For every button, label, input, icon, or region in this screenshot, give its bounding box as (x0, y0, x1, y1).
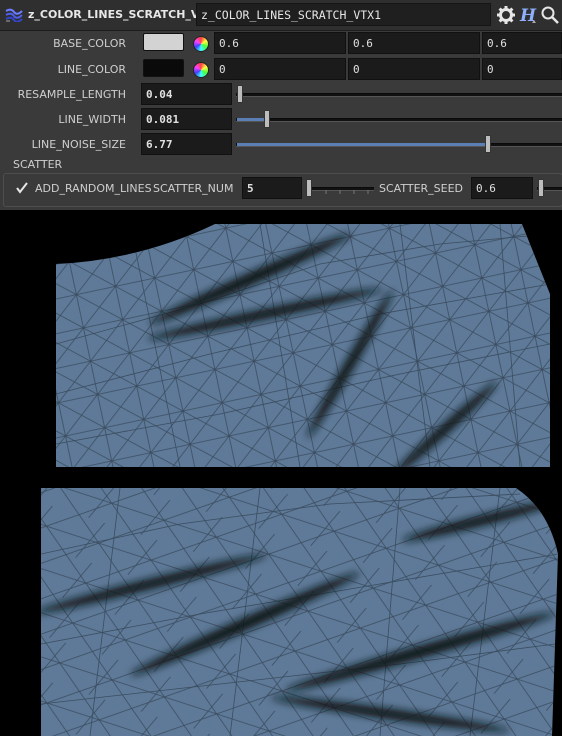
resample-length-slider-handle[interactable] (237, 85, 243, 103)
base-color-g-field[interactable]: 0.6 (348, 32, 480, 54)
scatter-seed-field[interactable]: 0.6 (471, 177, 533, 199)
add-random-lines-label[interactable]: ADD_RANDOM_LINES (35, 182, 152, 195)
line-color-g-field[interactable]: 0 (348, 58, 480, 80)
color-wheel-icon[interactable] (193, 62, 209, 78)
header-tools: H (494, 3, 562, 27)
node-type-label: z_COLOR_LINES_SCRATCH_VTX (28, 8, 216, 21)
mesh-top (56, 224, 550, 467)
mesh-bottom (41, 488, 558, 736)
line-color-r-field[interactable]: 0 (214, 58, 346, 80)
node-type-icon (5, 8, 23, 22)
scatter-num-field[interactable]: 5 (242, 177, 302, 199)
line-noise-size-slider-fill (237, 143, 487, 146)
gear-icon[interactable] (496, 5, 516, 25)
resample-length-slider-track[interactable] (236, 93, 562, 97)
scatter-seed-label: SCATTER_SEED (379, 182, 464, 195)
line-width-field[interactable]: 0.081 (141, 108, 232, 130)
viewport-3d[interactable] (0, 224, 562, 736)
line-width-slider-handle[interactable] (264, 110, 270, 128)
parameter-header: z_COLOR_LINES_SCRATCH_VTX z_COLOR_LINES_… (0, 0, 562, 31)
parameter-panel: z_COLOR_LINES_SCRATCH_VTX z_COLOR_LINES_… (0, 0, 562, 210)
scatter-section-title: SCATTER (11, 158, 65, 171)
line-noise-size-label: LINE_NOISE_SIZE (31, 138, 126, 151)
add-random-lines-checkbox[interactable] (15, 181, 29, 195)
node-name-input[interactable]: z_COLOR_LINES_SCRATCH_VTX1 (196, 3, 491, 26)
base-color-b-field[interactable]: 0.6 (482, 32, 562, 54)
search-icon[interactable] (540, 5, 560, 25)
line-noise-size-field[interactable]: 6.77 (141, 133, 232, 155)
scatter-num-slider-handle[interactable] (306, 179, 312, 197)
line-width-slider-fill (237, 118, 265, 121)
base-color-r-field[interactable]: 0.6 (214, 32, 346, 54)
color-wheel-icon[interactable] (193, 36, 209, 52)
base-color-label: BASE_COLOR (53, 37, 126, 50)
base-color-swatch[interactable] (143, 33, 184, 51)
line-noise-size-slider-handle[interactable] (485, 135, 491, 153)
line-color-label: LINE_COLOR (57, 63, 126, 76)
help-icon[interactable]: H (518, 5, 538, 25)
resample-length-label: RESAMPLE_LENGTH (17, 88, 126, 101)
line-color-b-field[interactable]: 0 (482, 58, 562, 80)
scatter-seed-slider-handle[interactable] (538, 179, 544, 197)
line-width-slider-track[interactable] (236, 118, 562, 122)
line-width-label: LINE_WIDTH (58, 113, 126, 126)
scatter-num-slider-ticks (325, 190, 369, 194)
resample-length-field[interactable]: 0.04 (141, 83, 232, 105)
line-color-swatch[interactable] (143, 59, 184, 77)
scatter-num-label: SCATTER_NUM (153, 182, 234, 195)
